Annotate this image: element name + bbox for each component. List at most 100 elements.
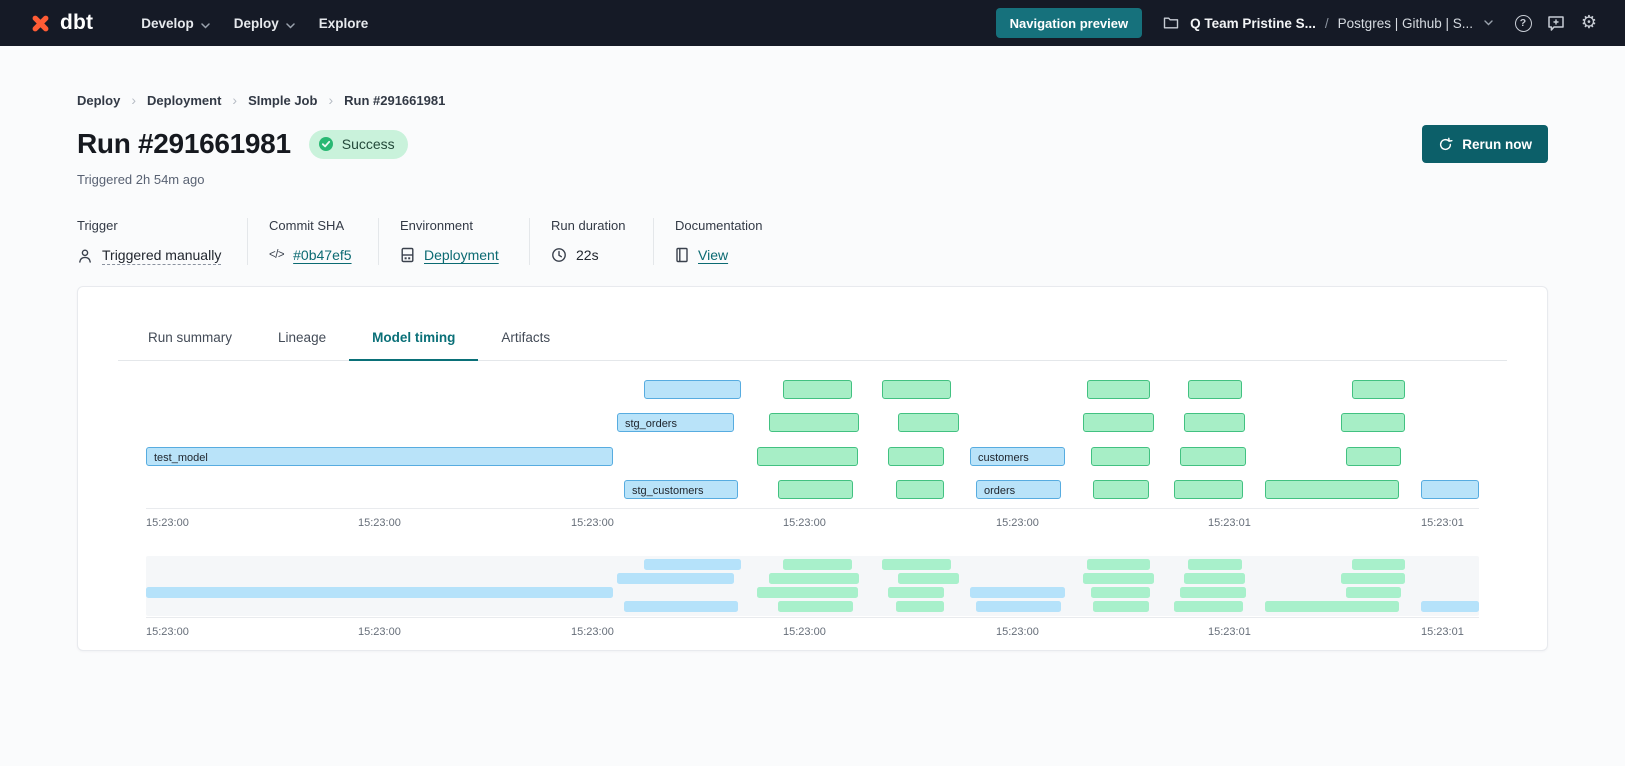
- meta-environment: Environment Deployment: [378, 218, 529, 265]
- gantt-bar: [896, 601, 944, 612]
- gantt-bar: [769, 573, 859, 584]
- gantt-bar[interactable]: [896, 480, 944, 499]
- gantt-bar: [1188, 559, 1242, 570]
- gantt-bar[interactable]: [1093, 480, 1149, 499]
- gantt-bar-label: orders: [977, 483, 1015, 499]
- gantt-bar-test_model[interactable]: test_model: [146, 447, 613, 466]
- nav-menu-deploy[interactable]: Deploy: [222, 0, 307, 46]
- axis-tick-label: 15:23:00: [358, 626, 401, 638]
- rerun-now-button[interactable]: Rerun now: [1422, 125, 1548, 163]
- breadcrumb-deploy[interactable]: Deploy: [77, 92, 136, 108]
- tab-run-summary[interactable]: Run summary: [125, 330, 255, 361]
- gear-icon[interactable]: ⚙: [1579, 13, 1599, 33]
- documentation-view-link[interactable]: View: [698, 247, 728, 263]
- gantt-bar-customers[interactable]: customers: [970, 447, 1065, 466]
- gantt-bar[interactable]: [1174, 480, 1243, 499]
- gantt-bar[interactable]: [888, 447, 944, 466]
- axis-tick-label: 15:23:00: [783, 626, 826, 638]
- gantt-bar-stg_customers: [624, 601, 738, 612]
- run-duration-value: 22s: [576, 247, 599, 263]
- chevron-down-icon: [286, 17, 295, 32]
- axis-tick-label: 15:23:01: [1208, 517, 1251, 529]
- dbt-logo-icon: [28, 11, 53, 36]
- axis-tick-label: 15:23:00: [571, 626, 614, 638]
- gantt-bar[interactable]: [783, 380, 852, 399]
- gantt-bar[interactable]: [1346, 447, 1401, 466]
- tab-bar: Run summary Lineage Model timing Artifac…: [118, 287, 1507, 361]
- environment-link[interactable]: Deployment: [424, 247, 499, 263]
- breadcrumb-current-run: Run #291661981: [344, 93, 445, 108]
- gantt-bar: [1352, 559, 1405, 570]
- axis-tick-label: 15:23:01: [1208, 626, 1251, 638]
- gantt-bar-test_model: [146, 587, 613, 598]
- help-icon[interactable]: ?: [1513, 13, 1533, 33]
- gantt-bar-customers: [970, 587, 1065, 598]
- gantt-overview-brush[interactable]: [146, 556, 1479, 616]
- nav-menu-develop[interactable]: Develop: [129, 0, 222, 46]
- gantt-bar-label: customers: [971, 450, 1029, 466]
- axis-tick-label: 15:23:00: [571, 517, 614, 529]
- commit-sha-link[interactable]: #0b47ef5: [293, 247, 351, 263]
- gantt-time-axis: 15:23:0015:23:0015:23:0015:23:0015:23:00…: [146, 508, 1479, 535]
- axis-tick-label: 15:23:01: [1421, 517, 1464, 529]
- axis-tick-label: 15:23:00: [996, 517, 1039, 529]
- gantt-bar: [778, 601, 853, 612]
- gantt-bar[interactable]: [1188, 380, 1242, 399]
- trigger-value[interactable]: Triggered manually: [102, 247, 221, 265]
- gantt-bar[interactable]: [644, 380, 741, 399]
- gantt-bar[interactable]: [882, 380, 951, 399]
- meta-documentation: Documentation View: [653, 218, 783, 265]
- page-title: Run #291661981: [77, 128, 291, 160]
- gantt-bar: [644, 559, 741, 570]
- check-circle-icon: [318, 136, 334, 152]
- dbt-logo[interactable]: dbt: [28, 11, 93, 36]
- database-icon: [400, 247, 415, 263]
- axis-tick-label: 15:23:01: [1421, 626, 1464, 638]
- gantt-bar[interactable]: [757, 447, 858, 466]
- meta-commit-sha: Commit SHA </> #0b47ef5: [247, 218, 378, 265]
- status-badge: Success: [309, 130, 408, 159]
- gantt-bar[interactable]: [898, 413, 959, 432]
- code-icon: </>: [269, 249, 284, 261]
- gantt-bar-stg_customers[interactable]: stg_customers: [624, 480, 738, 499]
- axis-tick-label: 15:23:00: [358, 517, 401, 529]
- gantt-bar[interactable]: [769, 413, 859, 432]
- navigation-preview-button[interactable]: Navigation preview: [996, 8, 1142, 38]
- gantt-bar: [882, 559, 951, 570]
- axis-tick-label: 15:23:00: [146, 517, 189, 529]
- breadcrumb-deployment[interactable]: Deployment: [147, 92, 237, 108]
- nav-menu-explore[interactable]: Explore: [307, 0, 381, 46]
- gantt-bar[interactable]: [1180, 447, 1246, 466]
- gantt-bar-orders[interactable]: orders: [976, 480, 1061, 499]
- refresh-icon: [1438, 137, 1453, 152]
- gantt-bar[interactable]: [778, 480, 853, 499]
- account-separator: /: [1325, 16, 1329, 31]
- gantt-bar[interactable]: [1421, 480, 1479, 499]
- gantt-bar: [1421, 601, 1479, 612]
- chevron-down-icon: [1484, 20, 1493, 26]
- gantt-bar[interactable]: [1083, 413, 1154, 432]
- breadcrumb: Deploy Deployment SImple Job Run #291661…: [77, 92, 1548, 108]
- gantt-bar: [1091, 587, 1150, 598]
- tab-artifacts[interactable]: Artifacts: [478, 330, 573, 361]
- gantt-bar: [1180, 587, 1246, 598]
- feedback-icon[interactable]: [1546, 13, 1566, 33]
- gantt-bar[interactable]: [1184, 413, 1245, 432]
- gantt-bar-label: stg_orders: [618, 416, 677, 432]
- gantt-bar[interactable]: [1341, 413, 1405, 432]
- account-project-switcher[interactable]: Q Team Pristine S... / Postgres | Github…: [1161, 13, 1493, 33]
- gantt-bar[interactable]: [1087, 380, 1150, 399]
- gantt-bar[interactable]: [1265, 480, 1399, 499]
- status-label: Success: [342, 136, 395, 152]
- meta-run-duration: Run duration 22s: [529, 218, 653, 265]
- gantt-bar[interactable]: [1091, 447, 1150, 466]
- tab-model-timing[interactable]: Model timing: [349, 330, 478, 361]
- gantt-bar: [1087, 559, 1150, 570]
- document-icon: [675, 247, 689, 263]
- tab-lineage[interactable]: Lineage: [255, 330, 349, 361]
- gantt-bar: [1341, 573, 1405, 584]
- gantt-bar-stg_orders[interactable]: stg_orders: [617, 413, 734, 432]
- gantt-bar[interactable]: [1352, 380, 1405, 399]
- breadcrumb-simple-job[interactable]: SImple Job: [248, 92, 333, 108]
- run-metadata: Trigger Triggered manually Commit SHA </…: [77, 218, 1548, 265]
